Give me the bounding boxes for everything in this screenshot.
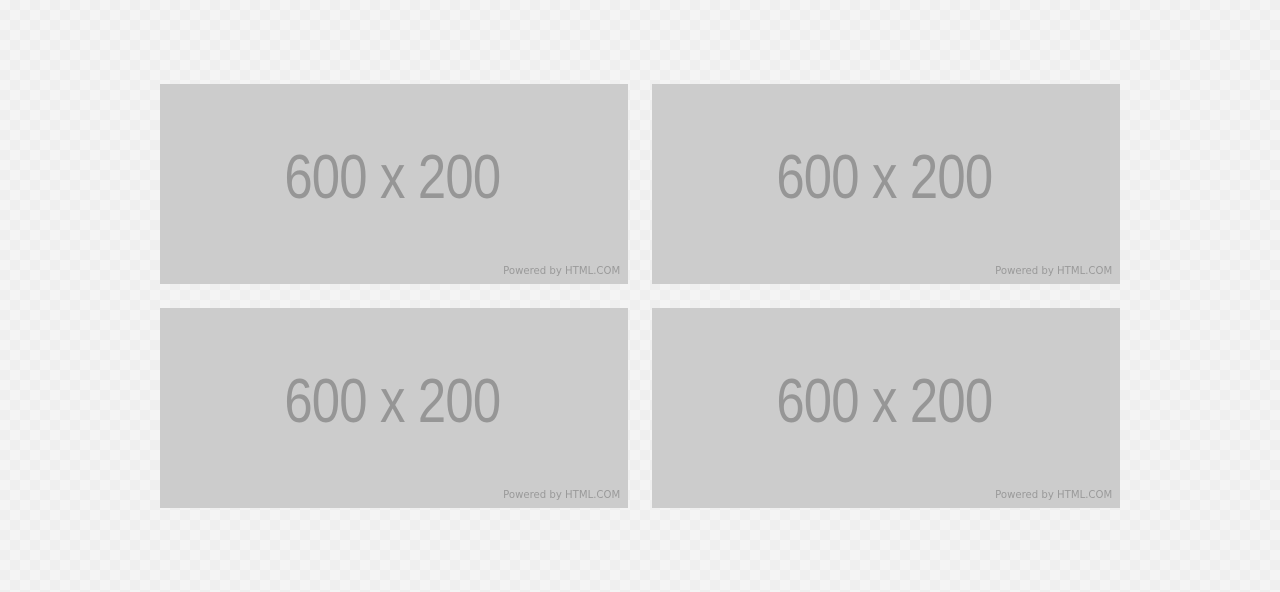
placeholder-watermark: Powered by HTML.COM bbox=[502, 488, 620, 501]
placeholder-image: 600 x 200 Powered by HTML.COM bbox=[652, 308, 1120, 508]
placeholder-watermark: Powered by HTML.COM bbox=[994, 264, 1112, 277]
placeholder-image-grid: 600 x 200 Powered by HTML.COM 600 x 200 … bbox=[160, 84, 1120, 508]
placeholder-dimensions: 600 x 200 bbox=[776, 367, 993, 436]
placeholder-image: 600 x 200 Powered by HTML.COM bbox=[160, 308, 628, 508]
placeholder-image: 600 x 200 Powered by HTML.COM bbox=[160, 84, 628, 284]
placeholder-watermark: Powered by HTML.COM bbox=[502, 264, 620, 277]
placeholder-dimensions: 600 x 200 bbox=[284, 143, 501, 212]
placeholder-watermark: Powered by HTML.COM bbox=[994, 488, 1112, 501]
placeholder-image: 600 x 200 Powered by HTML.COM bbox=[652, 84, 1120, 284]
placeholder-dimensions: 600 x 200 bbox=[284, 367, 501, 436]
placeholder-dimensions: 600 x 200 bbox=[776, 143, 993, 212]
